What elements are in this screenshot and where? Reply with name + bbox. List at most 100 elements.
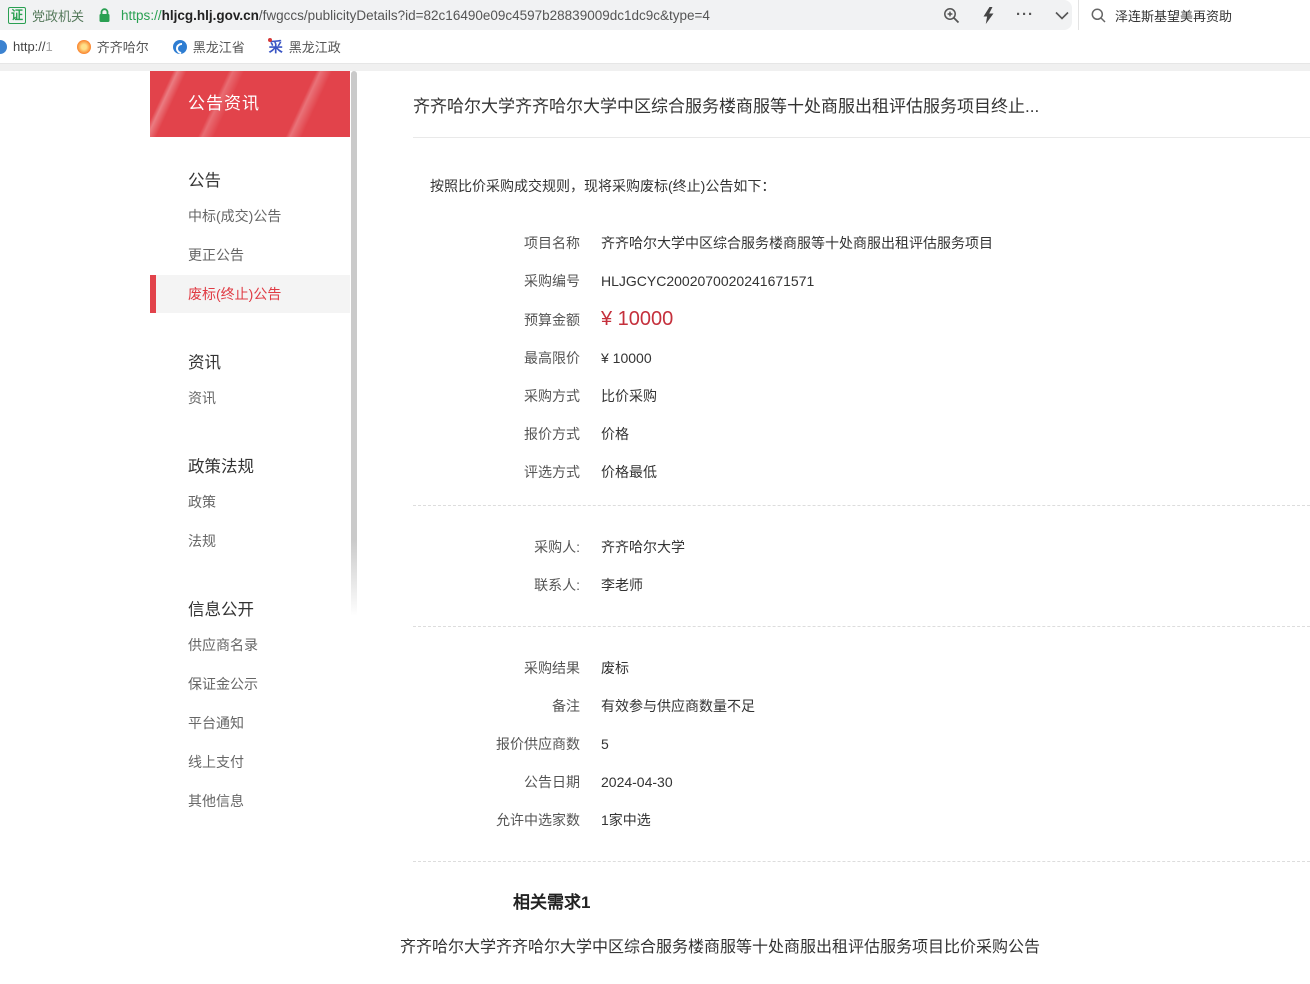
browser-search-box[interactable]: 泽连斯基望美再资助 — [1078, 0, 1310, 30]
field-value: 价格最低 — [601, 462, 657, 482]
field-label: 预算金额 — [413, 310, 580, 330]
search-suggestion-text: 泽连斯基望美再资助 — [1115, 6, 1232, 25]
field-value: 齐齐哈尔大学 — [601, 537, 685, 557]
field-value: 废标 — [601, 658, 629, 678]
sidebar-item[interactable]: 线上支付 — [150, 743, 350, 781]
address-bar[interactable]: 证 党政机关 https://hljcg.hlj.gov.cn/fwgccs/p… — [0, 0, 1072, 30]
address-toolbar: ··· — [940, 0, 1073, 30]
field-value: 1家中选 — [601, 810, 651, 830]
sidebar-item[interactable]: 中标(成交)公告 — [150, 197, 350, 235]
related-requirement-link[interactable]: 齐齐哈尔大学齐齐哈尔大学中区综合服务楼商服等十处商服出租评估服务项目比价采购公告 — [400, 933, 1310, 957]
field-row: 项目名称 齐齐哈尔大学中区综合服务楼商服等十处商服出租评估服务项目 — [413, 224, 1310, 262]
field-label: 采购结果 — [413, 658, 580, 678]
lightning-icon[interactable] — [977, 4, 999, 26]
sidebar-item[interactable]: 法规 — [150, 522, 350, 560]
sidebar-item[interactable]: 平台通知 — [150, 704, 350, 742]
field-value: 齐齐哈尔大学中区综合服务楼商服等十处商服出租评估服务项目 — [601, 233, 993, 253]
page-content: 公告资讯 公告中标(成交)公告更正公告废标(终止)公告资讯资讯政策法规政策法规信… — [0, 71, 1310, 983]
field-label: 最高限价 — [413, 348, 580, 368]
sidebar-item[interactable]: 保证金公示 — [150, 665, 350, 703]
related-requirements-section: 相关需求1 齐齐哈尔大学齐齐哈尔大学中区综合服务楼商服等十处商服出租评估服务项目… — [413, 861, 1310, 957]
field-value: HLJGCYC2002070020241671571 — [601, 273, 814, 289]
field-label: 联系人: — [413, 575, 580, 595]
field-label: 报价方式 — [413, 424, 580, 444]
field-value: ¥ 10000 — [601, 350, 652, 366]
url-domain: hljcg.hlj.gov.cn — [162, 8, 259, 23]
field-row: 允许中选家数 1家中选 — [413, 801, 1310, 839]
field-value: ¥ 10000 — [601, 309, 673, 329]
field-label: 评选方式 — [413, 462, 580, 482]
sidebar-item[interactable]: 废标(终止)公告 — [150, 275, 350, 313]
field-label: 采购编号 — [413, 271, 580, 291]
wave-favicon-icon — [173, 40, 187, 54]
sidebar-item[interactable]: 更正公告 — [150, 236, 350, 274]
field-row: 采购结果 废标 — [413, 649, 1310, 687]
field-row: 采购方式 比价采购 — [413, 377, 1310, 415]
browser-topbar: 证 党政机关 https://hljcg.hlj.gov.cn/fwgccs/p… — [0, 0, 1310, 30]
field-row: 报价方式 价格 — [413, 415, 1310, 453]
search-icon — [1091, 8, 1106, 23]
sidebar: 公告资讯 公告中标(成交)公告更正公告废标(终止)公告资讯资讯政策法规政策法规信… — [150, 71, 350, 820]
url-scheme: https — [121, 8, 150, 23]
sidebar-item[interactable]: 其他信息 — [150, 782, 350, 820]
sidebar-item[interactable]: 政策 — [150, 483, 350, 521]
zoom-in-icon[interactable] — [940, 4, 962, 26]
field-label: 采购方式 — [413, 386, 580, 406]
announcement-main: 齐齐哈尔大学齐齐哈尔大学中区综合服务楼商服等十处商服出租评估服务项目终止... … — [413, 71, 1310, 957]
sidebar-section-header: 公告 — [188, 167, 350, 191]
field-row: 公告日期 2024-04-30 — [413, 763, 1310, 801]
field-label: 报价供应商数 — [413, 734, 580, 754]
field-row: 最高限价 ¥ 10000 — [413, 339, 1310, 377]
sidebar-nav: 公告中标(成交)公告更正公告废标(终止)公告资讯资讯政策法规政策法规信息公开供应… — [150, 167, 350, 820]
lock-icon — [98, 8, 111, 23]
field-row: 采购编号 HLJGCYC2002070020241671571 — [413, 262, 1310, 300]
bookmark-item[interactable]: 齐齐哈尔 — [77, 37, 149, 56]
ev-cert-badge: 证 — [8, 7, 26, 24]
field-label: 采购人: — [413, 537, 580, 557]
field-value: 价格 — [601, 424, 629, 444]
cai-glyph-favicon-icon: 采 — [269, 37, 283, 57]
field-value: 比价采购 — [601, 386, 657, 406]
field-label: 项目名称 — [413, 233, 580, 253]
page-title: 齐齐哈尔大学齐齐哈尔大学中区综合服务楼商服等十处商服出租评估服务项目终止... — [413, 95, 1310, 119]
sidebar-section-header: 资讯 — [188, 349, 350, 373]
bookmark-item[interactable]: 采 黑龙江政 — [269, 37, 341, 57]
field-row: 评选方式 价格最低 — [413, 453, 1310, 491]
bookmark-item[interactable]: http://1 — [0, 39, 53, 54]
field-row: 报价供应商数 5 — [413, 725, 1310, 763]
field-label: 允许中选家数 — [413, 810, 580, 830]
field-value: 李老师 — [601, 575, 643, 595]
field-group: 采购结果 废标备注 有效参与供应商数量不足报价供应商数 5 公告日期 2024-04-30… — [413, 626, 1310, 861]
url-path: /fwgccs/publicityDetails?id=82c16490e09c… — [259, 8, 710, 23]
sidebar-item[interactable]: 供应商名录 — [150, 626, 350, 664]
url-separator: :// — [150, 8, 161, 23]
sidebar-section-header: 政策法规 — [188, 453, 350, 477]
announcement-header: 齐齐哈尔大学齐齐哈尔大学中区综合服务楼商服等十处商服出租评估服务项目终止... — [413, 71, 1310, 138]
sidebar-item[interactable]: 资讯 — [150, 379, 350, 417]
field-value: 有效参与供应商数量不足 — [601, 696, 755, 716]
field-row: 备注 有效参与供应商数量不足 — [413, 687, 1310, 725]
field-row: 联系人: 李老师 — [413, 566, 1310, 604]
field-value: 5 — [601, 736, 609, 752]
field-group: 采购人: 齐齐哈尔大学联系人: 李老师 — [413, 505, 1310, 626]
bookmarks-bar: http://1 齐齐哈尔 黑龙江省 采 黑龙江政 — [0, 30, 1310, 63]
chevron-down-icon[interactable] — [1051, 4, 1073, 26]
globe-favicon-icon — [0, 40, 7, 54]
field-label: 备注 — [413, 696, 580, 716]
sidebar-section-header: 信息公开 — [188, 596, 350, 620]
field-groups: 项目名称 齐齐哈尔大学中区综合服务楼商服等十处商服出租评估服务项目采购编号 HLJG… — [413, 220, 1310, 861]
field-row: 预算金额 ¥ 10000 — [413, 300, 1310, 339]
field-value: 2024-04-30 — [601, 774, 673, 790]
field-row: 采购人: 齐齐哈尔大学 — [413, 528, 1310, 566]
more-menu-icon[interactable]: ··· — [1014, 4, 1036, 26]
field-group: 项目名称 齐齐哈尔大学中区综合服务楼商服等十处商服出租评估服务项目采购编号 HLJG… — [413, 220, 1310, 505]
field-label: 公告日期 — [413, 772, 580, 792]
chrome-bottom-strip — [0, 63, 1310, 71]
sun-favicon-icon — [77, 40, 91, 54]
sidebar-banner: 公告资讯 — [150, 71, 350, 137]
url-text: https://hljcg.hlj.gov.cn/fwgccs/publicit… — [121, 8, 710, 23]
sidebar-scrollbar[interactable] — [351, 71, 357, 616]
announcement-intro: 按照比价采购成交规则，现将采购废标(终止)公告如下： — [430, 176, 1310, 196]
ev-site-type-label: 党政机关 — [32, 6, 84, 25]
bookmark-item[interactable]: 黑龙江省 — [173, 37, 245, 56]
